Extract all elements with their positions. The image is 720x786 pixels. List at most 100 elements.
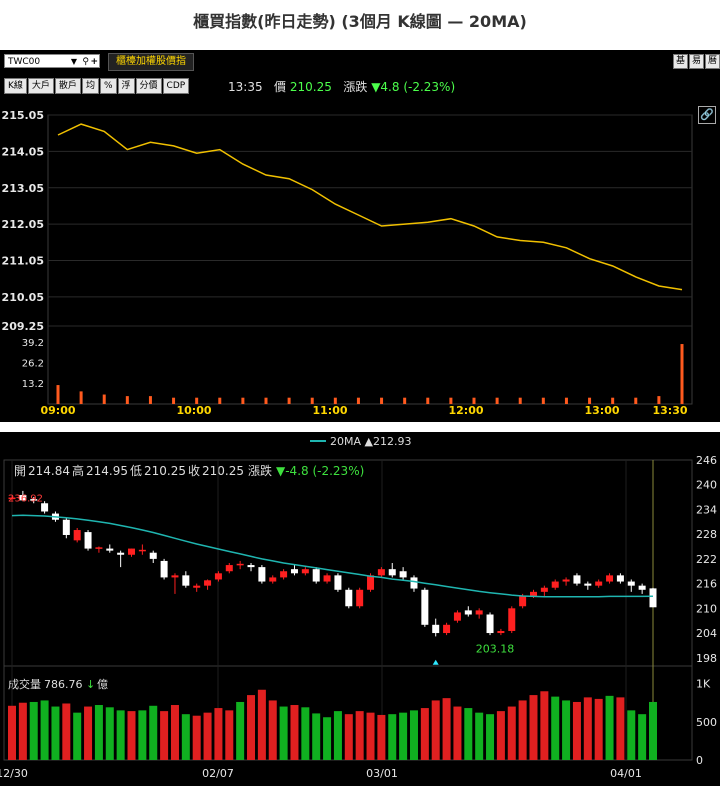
volume-bar <box>170 705 179 760</box>
volume-bar <box>40 700 49 760</box>
candle-body <box>562 579 570 582</box>
volume-tick-label: 26.2 <box>22 359 44 370</box>
volume-value: 786.76 <box>44 678 83 691</box>
time-tick-label: 13:00 <box>584 404 619 417</box>
candle-body <box>486 614 494 634</box>
ohlc-close-label: 收 <box>188 464 200 478</box>
candle-body <box>519 595 527 607</box>
volume-bar <box>475 712 484 760</box>
candle-body <box>41 503 49 512</box>
volume-bar <box>84 706 93 760</box>
volume-bar <box>377 714 386 760</box>
price-line <box>57 123 683 291</box>
ohlc-high-label: 高 <box>72 463 84 478</box>
ohlc-change-value: ▼-4.8 (-2.23%) <box>276 464 364 478</box>
ohlc-open-label: 開 <box>14 464 26 478</box>
volume-bar <box>312 713 321 760</box>
volume-bar <box>453 706 462 760</box>
candle-body <box>301 569 309 574</box>
candle-body <box>193 585 201 588</box>
ohlc-open-value: 214.84 <box>28 464 70 478</box>
candle-body <box>627 581 635 586</box>
time-tick-label: 11:00 <box>312 404 347 417</box>
volume-bar <box>572 701 581 760</box>
volume-label: 成交量 <box>8 677 41 691</box>
candle-body <box>149 552 157 559</box>
price-tick-label: 215.05 <box>2 109 44 122</box>
candle-body <box>388 569 396 576</box>
ohlc-high-value: 214.95 <box>86 464 128 478</box>
price-tick-label: 211.05 <box>2 255 44 268</box>
candle-body <box>432 624 440 634</box>
candle-body <box>475 610 483 615</box>
volume-bar <box>627 710 636 760</box>
date-tick-label: 12/30 <box>0 767 28 780</box>
volume-bar <box>540 691 549 760</box>
page-title: 櫃買指數(昨日走勢) (3個月 K線圖 — 20MA) <box>193 12 527 31</box>
volume-bar <box>214 708 223 760</box>
candle-body <box>367 575 375 590</box>
volume-bar <box>616 697 625 760</box>
volume-bar <box>355 711 364 760</box>
candle-body <box>247 565 255 568</box>
candle-body <box>214 573 222 580</box>
volume-bar <box>247 695 256 760</box>
volume-bar <box>51 706 60 760</box>
volume-tick-label: 13.2 <box>22 379 44 390</box>
price-tick-label: 214.05 <box>2 145 44 158</box>
volume-bar <box>290 705 299 760</box>
volume-bar <box>279 706 288 760</box>
volume-bar <box>583 697 592 760</box>
volume-bar <box>149 705 158 760</box>
candle-body <box>584 583 592 586</box>
volume-bar <box>388 714 397 760</box>
volume-bar <box>160 711 169 760</box>
volume-bar <box>257 689 266 760</box>
time-tick-label: 09:00 <box>40 404 75 417</box>
candle-body <box>540 587 548 592</box>
volume-bar <box>105 707 114 760</box>
volume-bar <box>94 705 103 760</box>
date-tick-label: 02/07 <box>202 767 234 780</box>
candle-body <box>649 588 657 608</box>
candle-body <box>62 519 70 535</box>
volume-bar <box>127 711 136 760</box>
candle-body <box>606 575 614 582</box>
ohlc-change-label: 漲跌 <box>248 463 272 478</box>
kline-chart: 開 214.84 高 214.95 低 210.25 收 210.25 漲跌 ▼… <box>0 435 717 780</box>
volume-bar <box>518 700 527 760</box>
volume-bar <box>507 706 516 760</box>
candle-body <box>128 548 136 555</box>
volume-tick-label: 0 <box>696 754 703 767</box>
candle-body <box>410 577 418 589</box>
candle-body <box>138 549 146 552</box>
volume-bar <box>18 702 27 760</box>
price-tick-label: 210 <box>696 602 717 615</box>
candle-body <box>399 571 407 578</box>
volume-bar <box>62 703 71 760</box>
date-tick-label: 03/01 <box>366 767 398 780</box>
candle-body <box>443 624 451 634</box>
candle-body <box>595 581 603 586</box>
volume-bar <box>344 714 353 760</box>
ohlc-low-label: 低 <box>130 464 142 478</box>
volume-bar <box>181 714 190 760</box>
candle-body <box>421 589 429 625</box>
candle-body <box>171 575 179 578</box>
candle-body <box>225 565 233 572</box>
volume-bar <box>366 712 375 760</box>
price-tick-label: 222 <box>696 553 717 566</box>
candle-body <box>258 567 266 582</box>
price-tick-label: 212.05 <box>2 218 44 231</box>
candle-body <box>464 610 472 615</box>
volume-bar <box>301 707 310 760</box>
volume-bar <box>420 708 429 760</box>
price-tick-label: 209.25 <box>2 320 44 333</box>
candle-body <box>280 571 288 578</box>
candle-body <box>508 608 516 631</box>
candle-body <box>95 547 103 549</box>
price-tick-label: 204 <box>696 627 717 640</box>
volume-bar <box>73 712 82 760</box>
volume-bar <box>442 698 451 760</box>
volume-unit: 億 <box>97 678 108 691</box>
